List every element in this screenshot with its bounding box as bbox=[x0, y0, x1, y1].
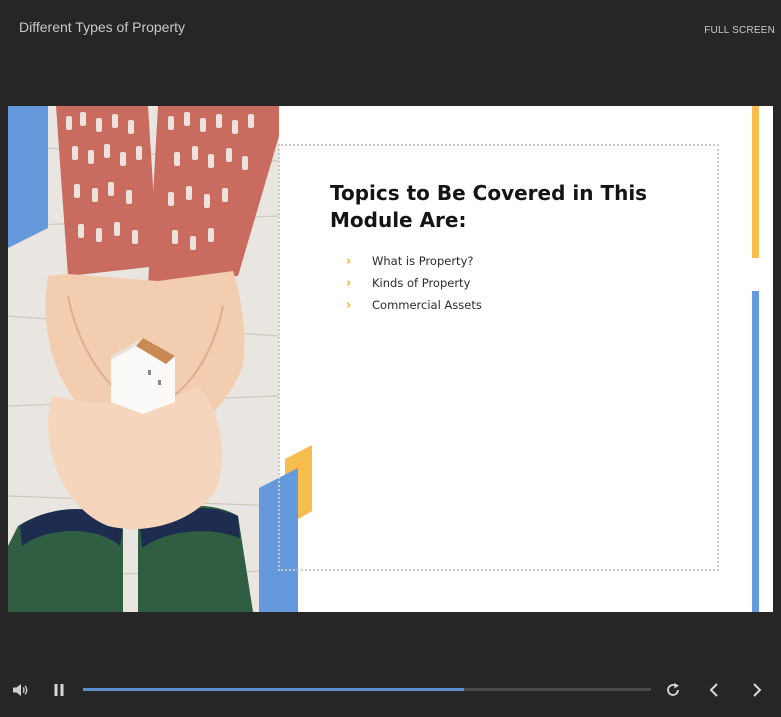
yellow-side-bar bbox=[752, 106, 759, 258]
chevron-left-icon bbox=[709, 683, 718, 697]
slide-heading: Topics to Be Covered in This Module Are: bbox=[330, 181, 648, 232]
topic-label: Kinds of Property bbox=[372, 276, 471, 290]
progress-bar[interactable] bbox=[83, 688, 651, 691]
list-item: › Commercial Assets bbox=[346, 294, 482, 316]
list-item: › What is Property? bbox=[346, 250, 482, 272]
chevron-right-icon: › bbox=[346, 275, 352, 291]
slide-photo bbox=[8, 106, 279, 612]
pause-icon bbox=[54, 684, 64, 696]
previous-slide-button[interactable] bbox=[702, 670, 726, 710]
topic-list: › What is Property? › Kinds of Property › C… bbox=[346, 250, 482, 316]
next-slide-button[interactable] bbox=[745, 670, 769, 710]
fullscreen-button[interactable]: FULL SCREEN bbox=[704, 25, 775, 36]
chevron-right-icon bbox=[753, 683, 762, 697]
topic-label: Commercial Assets bbox=[372, 298, 482, 312]
top-bar: Different Types of Property FULL SCREEN bbox=[0, 0, 781, 60]
slide-canvas: Topics to Be Covered in This Module Are:… bbox=[8, 106, 773, 612]
pause-button[interactable] bbox=[48, 670, 70, 710]
chevron-right-icon: › bbox=[346, 253, 352, 269]
volume-button[interactable] bbox=[8, 670, 34, 710]
chevron-right-icon: › bbox=[346, 297, 352, 313]
blue-corner-shape bbox=[8, 106, 48, 248]
replay-button[interactable] bbox=[661, 670, 685, 710]
topic-label: What is Property? bbox=[372, 254, 474, 268]
course-title: Different Types of Property bbox=[19, 19, 186, 35]
list-item: › Kinds of Property bbox=[346, 272, 482, 294]
progress-fill bbox=[83, 688, 464, 691]
replay-icon bbox=[667, 683, 679, 696]
player-controls bbox=[0, 670, 781, 710]
volume-icon bbox=[13, 684, 28, 696]
blue-side-bar bbox=[752, 291, 759, 612]
